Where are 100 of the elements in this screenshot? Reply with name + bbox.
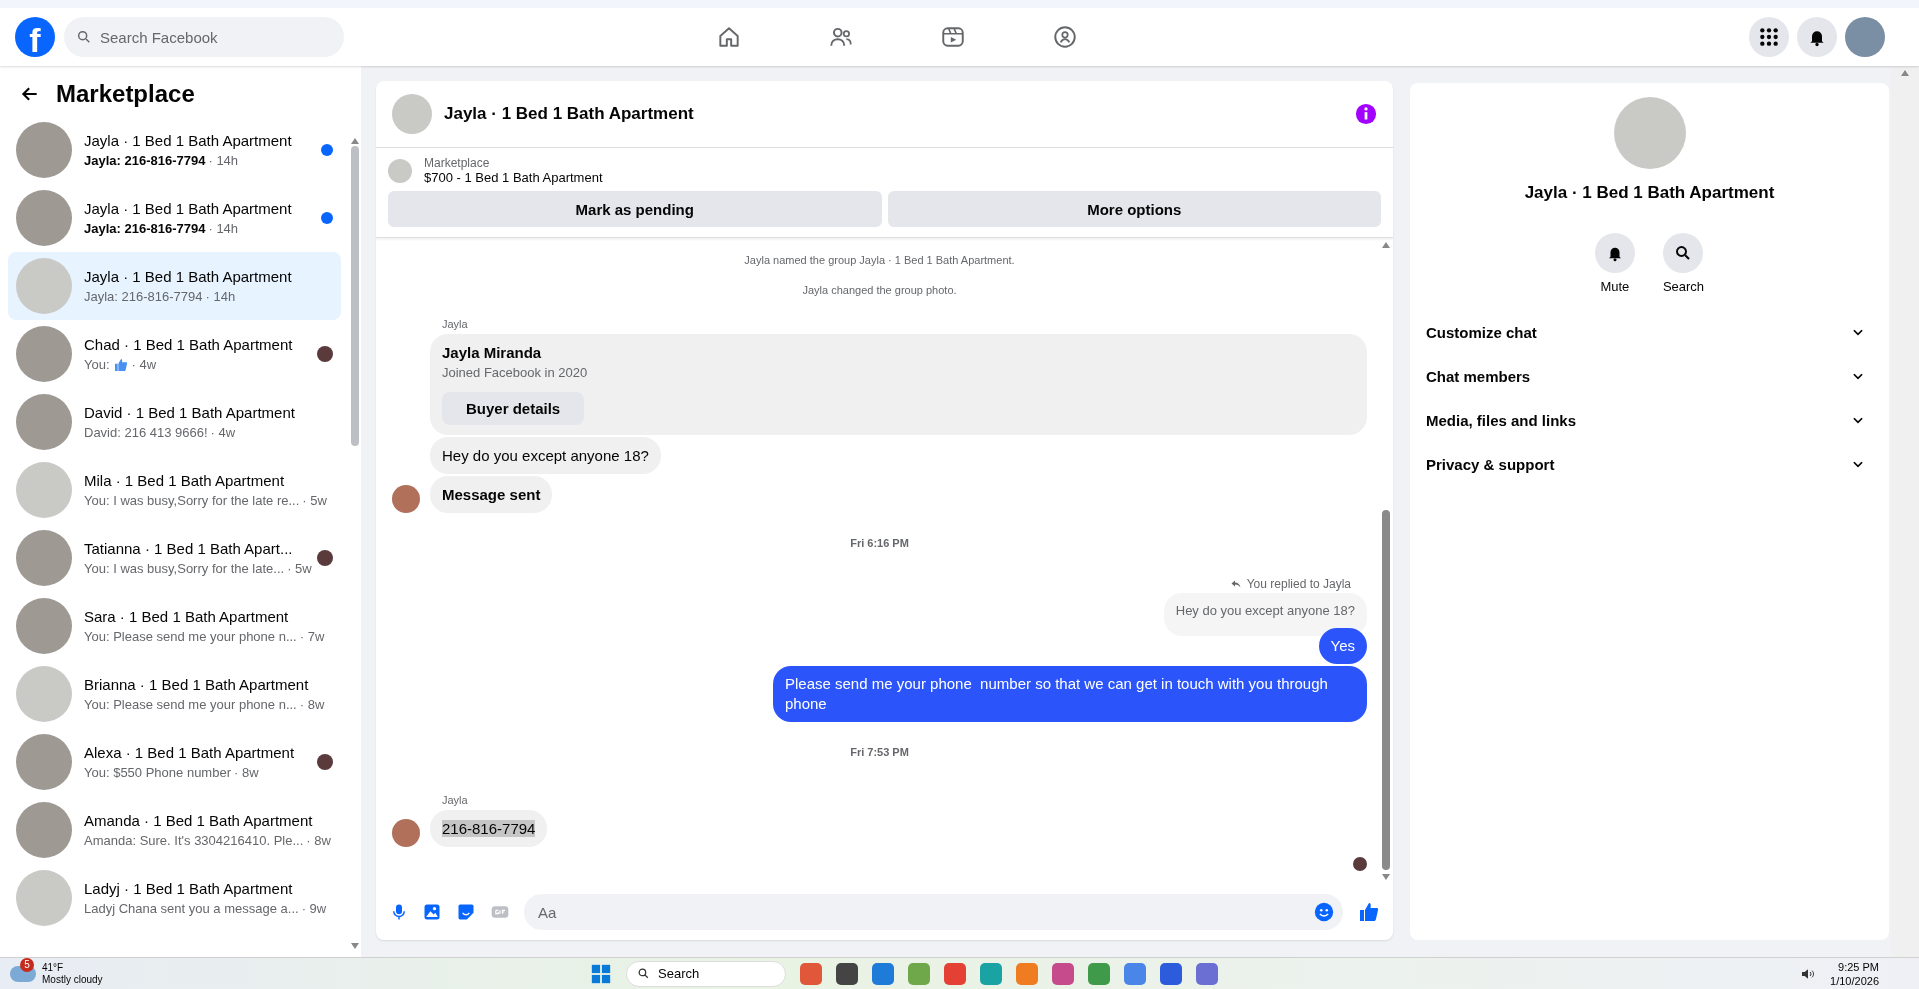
conversation-item[interactable]: Alexa · 1 Bed 1 Bath Apartment You: $550 Phone number · 8w bbox=[8, 728, 341, 796]
message-preview: Jayla: 216-816-7794 bbox=[84, 221, 206, 236]
message-input[interactable]: Aa bbox=[524, 894, 1343, 930]
reply-note: You replied to Jayla bbox=[1246, 577, 1351, 591]
clock-time[interactable]: 9:25 PM bbox=[1838, 959, 1879, 974]
search-icon bbox=[76, 29, 92, 45]
seen-avatar bbox=[1353, 857, 1367, 871]
photo-icon bbox=[422, 902, 442, 922]
message-time: · 7w bbox=[299, 629, 325, 644]
listing-photo bbox=[16, 598, 72, 654]
profile-avatar[interactable] bbox=[1845, 17, 1885, 57]
scroll-up-icon bbox=[1901, 68, 1909, 76]
message-preview: You: $550 Phone number bbox=[84, 765, 231, 780]
conversation-item[interactable]: Brianna · 1 Bed 1 Bath Apartment You: Please send me your phone n... · 8w bbox=[8, 660, 341, 728]
message-preview: Jayla: 216-816-7794 bbox=[84, 153, 206, 168]
quoted-message: Hey do you except anyone 18? bbox=[1163, 593, 1367, 636]
message-time: · 8w bbox=[234, 765, 259, 780]
message-preview: David: 216 413 9666! bbox=[84, 425, 208, 440]
message-preview: You: Please send me your phone n... bbox=[84, 629, 297, 644]
conversation-item[interactable]: Jayla · 1 Bed 1 Bath Apartment Jayla: 216-816-7794 · 14h bbox=[8, 116, 341, 184]
menu-button[interactable] bbox=[1749, 17, 1789, 57]
sender-name: Jayla bbox=[442, 318, 469, 330]
conversation-item[interactable]: Amanda · 1 Bed 1 Bath Apartment Amanda: Sure. It's 3304216410. Ple... · 8w bbox=[8, 796, 341, 864]
windows-start-icon bbox=[590, 962, 612, 985]
unread-dot bbox=[321, 212, 333, 224]
taskbar-app-icon[interactable] bbox=[944, 962, 966, 985]
unread-dot bbox=[321, 144, 333, 156]
thumbs-up-icon bbox=[112, 356, 129, 373]
conversation-item[interactable]: Tatianna · 1 Bed 1 Bath Apart... You: I was busy,Sorry for the late... · 5w bbox=[8, 524, 341, 592]
taskbar-app-icon[interactable] bbox=[872, 962, 894, 985]
listing-photo bbox=[16, 326, 72, 382]
message-preview: You: bbox=[84, 357, 110, 372]
conversation-item[interactable]: Chad · 1 Bed 1 Bath Apartment You: · 4w bbox=[8, 320, 341, 388]
page-scrollbar[interactable] bbox=[1891, 66, 1919, 957]
scroll-up-icon bbox=[1382, 240, 1390, 248]
scroll-up-icon bbox=[351, 136, 359, 144]
scroll-down-icon bbox=[351, 943, 359, 951]
action-label: Mute bbox=[1600, 279, 1630, 294]
section-header[interactable]: Privacy & support bbox=[1418, 442, 1881, 486]
taskbar-app-icon[interactable] bbox=[1160, 962, 1182, 985]
conversation-title: Sara · 1 Bed 1 Bath Apartment bbox=[84, 608, 290, 625]
system-message: Jayla named the group Jayla · 1 Bed 1 Bath Apartment. bbox=[743, 254, 1016, 266]
message-preview: You: I was busy,Sorry for the late re... bbox=[84, 493, 300, 508]
message-bubble: Hey do you except anyone 18? bbox=[430, 437, 661, 474]
listing-photo bbox=[16, 734, 72, 790]
listing-action-button[interactable]: More options bbox=[887, 191, 1381, 227]
chat-action-button[interactable] bbox=[1663, 233, 1704, 273]
conversation-item[interactable]: Mila · 1 Bed 1 Bath Apartment You: I was busy,Sorry for the late re... · 5w bbox=[8, 456, 341, 524]
section-header[interactable]: Customize chat bbox=[1418, 310, 1881, 354]
taskbar-app-icon[interactable] bbox=[1052, 962, 1074, 985]
listing-name[interactable]: $700 - 1 Bed 1 Bath Apartment bbox=[424, 170, 603, 185]
listing-action-button[interactable]: Mark as pending bbox=[388, 191, 882, 227]
conversation-title: David · 1 Bed 1 Bath Apartment bbox=[84, 404, 296, 421]
message-time: · 9w bbox=[301, 901, 327, 916]
temperature: 41°F bbox=[42, 961, 65, 974]
scrollbar-thumb[interactable] bbox=[1382, 510, 1390, 870]
conversation-item[interactable]: Jayla · 1 Bed 1 Bath Apartment Jayla: 216-816-7794 · 14h bbox=[8, 184, 341, 252]
groups-icon bbox=[1051, 24, 1078, 50]
listing-photo bbox=[16, 666, 72, 722]
timestamp: Fri 6:16 PM bbox=[849, 537, 910, 549]
notifications-button[interactable] bbox=[1797, 17, 1837, 57]
message-bubble: 216-816-7794 bbox=[430, 810, 548, 847]
conversation-item[interactable]: Jayla · 1 Bed 1 Bath Apartment Jayla: 216-816-7794 · 14h bbox=[8, 252, 341, 320]
weather-condition: Mostly cloudy bbox=[42, 973, 103, 986]
microphone-icon bbox=[390, 903, 408, 921]
taskbar-app-icon[interactable] bbox=[836, 962, 858, 985]
facebook-logo[interactable]: f bbox=[15, 17, 55, 57]
listing-photo bbox=[16, 190, 72, 246]
message-preview: Ladyj Chana sent you a message a... bbox=[84, 901, 299, 916]
conversation-item[interactable]: Sara · 1 Bed 1 Bath Apartment You: Please send me your phone n... · 7w bbox=[8, 592, 341, 660]
taskbar-search[interactable]: Search bbox=[626, 960, 786, 987]
buyer-details-button[interactable]: Buyer details bbox=[442, 392, 585, 425]
message-preview: Jayla: 216-816-7794 bbox=[84, 289, 203, 304]
conversation-title: Amanda · 1 Bed 1 Bath Apartment bbox=[84, 812, 314, 829]
conversation-title: Jayla · 1 Bed 1 Bath Apartment bbox=[84, 132, 293, 149]
clock-date[interactable]: 1/10/2026 bbox=[1830, 973, 1879, 988]
search-field[interactable]: Search Facebook bbox=[64, 17, 344, 57]
conversation-item[interactable]: Ladyj · 1 Bed 1 Bath Apartment Ladyj Chana sent you a message a... · 9w bbox=[8, 864, 341, 932]
message-time: · 14h bbox=[208, 153, 239, 168]
message-bubble: Please send me your phone number so that we can get in touch with you through phone bbox=[773, 666, 1367, 722]
conversation-title: Brianna · 1 Bed 1 Bath Apartment bbox=[84, 676, 310, 693]
scrollbar-thumb[interactable] bbox=[351, 146, 359, 446]
message-preview: You: Please send me your phone n... bbox=[84, 697, 297, 712]
sticker-icon bbox=[456, 902, 476, 922]
listing-photo bbox=[388, 158, 412, 183]
chat-title: Jayla · 1 Bed 1 Bath Apartment bbox=[444, 104, 695, 124]
conversation-item[interactable]: David · 1 Bed 1 Bath Apartment David: 216 413 9666! · 4w bbox=[8, 388, 341, 456]
listing-photo bbox=[16, 258, 72, 314]
listing-photo bbox=[16, 122, 72, 178]
buyer-joined: Joined Facebook in 2020 bbox=[442, 365, 588, 380]
chat-action-button[interactable] bbox=[1594, 233, 1635, 273]
action-label: Search bbox=[1662, 279, 1705, 294]
thumbs-up-icon bbox=[1357, 900, 1381, 924]
system-message: Jayla changed the group photo. bbox=[801, 284, 958, 296]
scroll-down-icon bbox=[1382, 874, 1390, 882]
section-header[interactable]: Media, files and links bbox=[1418, 398, 1881, 442]
section-header[interactable]: Chat members bbox=[1418, 354, 1881, 398]
listing-photo bbox=[16, 394, 72, 450]
chat-photo bbox=[392, 94, 432, 134]
taskbar-app-icon[interactable] bbox=[1196, 962, 1218, 985]
